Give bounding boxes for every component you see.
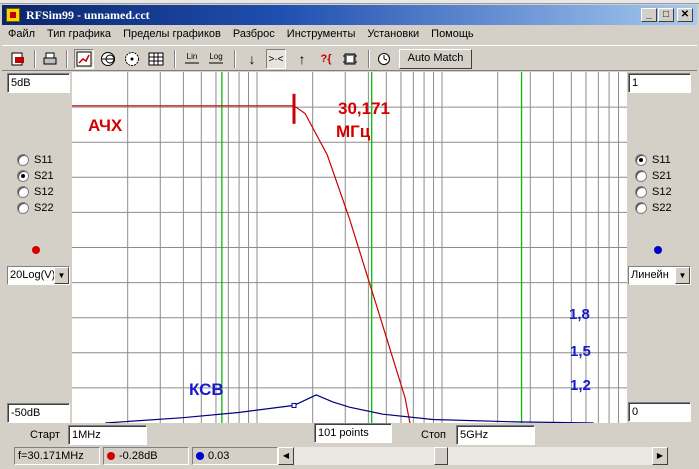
clock-icon[interactable]: [374, 49, 394, 69]
lin-scale-icon[interactable]: Lin: [182, 49, 202, 69]
radio-indicator: [17, 202, 29, 214]
ach-label: АЧХ: [88, 116, 123, 135]
app-icon[interactable]: [6, 8, 20, 22]
menu-tolerance[interactable]: Разброс: [227, 26, 281, 44]
ksv-value-1-2: 1,2: [570, 377, 591, 394]
ksv-value-1-8: 1,8: [569, 306, 590, 323]
red-dot-icon: [107, 452, 115, 460]
ksv-trace: [105, 394, 594, 424]
toolbar: Lin Log ↓ >·< ↑ ?{ Auto Match: [2, 45, 697, 71]
radio-indicator: [17, 154, 29, 166]
chevron-down-icon[interactable]: ▼: [54, 267, 69, 284]
radio-indicator: [635, 170, 647, 182]
window-title: RFSim99 - unnamed.cct: [26, 8, 150, 22]
stop-frequency-field[interactable]: 5GHz: [456, 425, 535, 445]
left-bottom-limit-field[interactable]: -50dB: [7, 403, 70, 423]
menu-help[interactable]: Помощь: [425, 26, 480, 44]
menu-bar: Файл Тип графика Пределы графиков Разбро…: [2, 26, 697, 44]
marker-help-icon[interactable]: ?{: [316, 49, 336, 69]
chevron-down-icon[interactable]: ▼: [675, 267, 690, 284]
background-window-strip: [0, 0, 699, 4]
title-bar: RFSim99 - unnamed.cct _ □ ✕: [2, 5, 697, 25]
marker-freq-value: 30,171: [338, 99, 390, 118]
ksv-marker: [291, 402, 297, 408]
radio-indicator: [635, 202, 647, 214]
stop-label: Стоп: [421, 429, 446, 441]
right-param-group: S11 S21 S12 S22: [635, 152, 672, 216]
left-radio-s22[interactable]: S22: [17, 200, 54, 216]
table-icon[interactable]: [146, 49, 166, 69]
right-radio-s22[interactable]: S22: [635, 200, 672, 216]
radio-indicator: [17, 186, 29, 198]
auto-match-button[interactable]: Auto Match: [399, 49, 472, 69]
right-top-limit-field[interactable]: 1: [628, 73, 691, 93]
left-top-limit-field[interactable]: 5dB: [7, 73, 70, 93]
status-s21-value: -0.28dB: [119, 450, 158, 462]
radio-label: S12: [34, 186, 54, 198]
print-icon[interactable]: [40, 49, 60, 69]
frequency-scrollbar[interactable]: ◀ ▶: [278, 447, 668, 465]
left-radio-s21[interactable]: S21: [17, 168, 54, 184]
left-scale-select[interactable]: 20Log(V) ▼: [7, 266, 70, 285]
points-field[interactable]: 101 points: [314, 423, 392, 443]
scroll-right-icon[interactable]: ▶: [652, 447, 668, 465]
right-radio-s12[interactable]: S12: [635, 184, 672, 200]
status-s21: -0.28dB: [103, 447, 189, 465]
radio-label: S21: [34, 170, 54, 182]
menu-tools[interactable]: Инструменты: [281, 26, 362, 44]
ksv-value-1-5: 1,5: [570, 343, 591, 360]
scroll-left-icon[interactable]: ◀: [278, 447, 294, 465]
menu-file[interactable]: Файл: [2, 26, 41, 44]
maximize-button[interactable]: □: [658, 8, 674, 22]
right-bottom-limit-field[interactable]: 0: [628, 402, 691, 422]
right-trace-color-dot: [654, 246, 662, 254]
menu-settings[interactable]: Установки: [361, 26, 425, 44]
radio-label: S22: [652, 202, 672, 214]
right-radio-s21[interactable]: S21: [635, 168, 672, 184]
open-file-icon[interactable]: [8, 49, 28, 69]
scroll-thumb[interactable]: [434, 447, 448, 465]
lin-label: Lin: [186, 52, 198, 61]
left-param-group: S11 S21 S12 S22: [17, 152, 54, 216]
marker-freq-unit: МГц: [336, 122, 371, 141]
component-icon[interactable]: [340, 49, 360, 69]
status-s11-value: 0.03: [208, 450, 230, 462]
radio-label: S11: [652, 154, 671, 166]
start-frequency-field[interactable]: 1MHz: [68, 425, 147, 445]
right-radio-s11[interactable]: S11: [635, 152, 672, 168]
ksv-label: КСВ: [189, 380, 224, 399]
radio-indicator: [635, 186, 647, 198]
close-button[interactable]: ✕: [677, 8, 693, 22]
left-radio-s12[interactable]: S12: [17, 184, 54, 200]
polar-chart-icon[interactable]: [122, 49, 142, 69]
ach-trace: [72, 105, 417, 456]
arrow-down-icon[interactable]: ↓: [242, 49, 262, 69]
left-trace-color-dot: [32, 246, 40, 254]
radio-label: S12: [652, 186, 672, 198]
left-scale-value: 20Log(V): [10, 269, 56, 281]
menu-graph-limits[interactable]: Пределы графиков: [117, 26, 227, 44]
radio-indicator: [635, 154, 647, 166]
start-label: Старт: [30, 429, 60, 441]
radio-indicator: [17, 170, 29, 182]
left-radio-s11[interactable]: S11: [17, 152, 54, 168]
menu-graph-type[interactable]: Тип графика: [41, 26, 117, 44]
status-frequency: f=30.171MHz: [14, 447, 100, 465]
radio-label: S11: [34, 154, 53, 166]
zoom-in-icon[interactable]: >·<: [266, 49, 286, 69]
minimize-button[interactable]: _: [641, 8, 657, 22]
smith-chart-icon[interactable]: [98, 49, 118, 69]
blue-dot-icon: [196, 452, 204, 460]
log-label: Log: [209, 52, 223, 61]
right-scale-value: Линейн: [631, 269, 669, 281]
log-scale-icon[interactable]: Log: [206, 49, 226, 69]
radio-label: S21: [652, 170, 672, 182]
status-s11: 0.03: [192, 447, 278, 465]
rect-plot-icon[interactable]: [74, 49, 94, 69]
radio-label: S22: [34, 202, 54, 214]
right-scale-select[interactable]: Линейн ▼: [628, 266, 691, 285]
arrow-up-icon[interactable]: ↑: [292, 49, 312, 69]
